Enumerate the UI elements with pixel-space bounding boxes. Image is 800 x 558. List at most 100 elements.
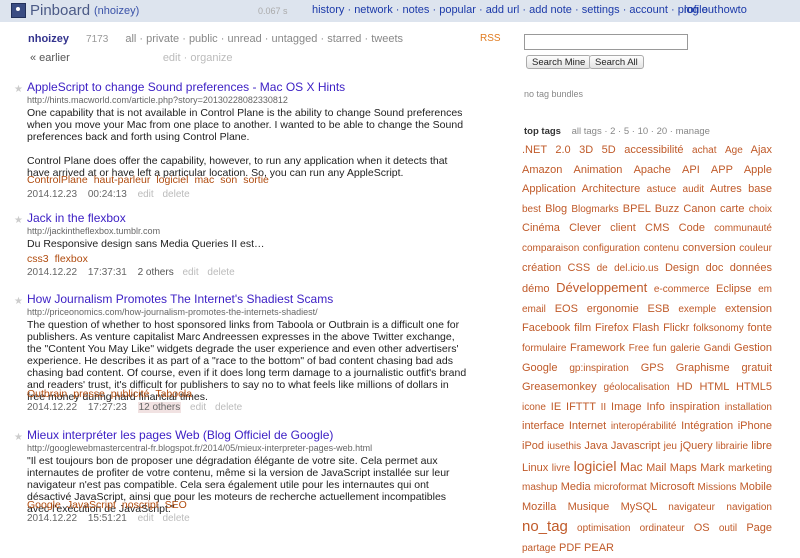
nav-howto[interactable]: howto [717,4,746,16]
cloud-tag[interactable]: Free [629,343,650,354]
cloud-tag[interactable]: Google [522,362,557,374]
cloud-tag[interactable]: accessibilité [624,144,683,156]
cloud-tag[interactable]: Media [561,481,591,493]
cloud-tag[interactable]: best [522,204,541,215]
filter-untagged[interactable]: untagged [272,33,318,45]
cloud-tag[interactable]: Autres [710,183,742,195]
cloud-tag[interactable]: logiciel [574,458,617,474]
bulk-edit-link[interactable]: edit [163,52,181,64]
cloud-tag[interactable]: iusethis [547,441,581,452]
bookmark-tag[interactable]: logiciel [156,174,188,186]
cloud-tag[interactable]: Apache [634,164,671,176]
others-link[interactable]: 2 others [138,267,174,278]
nav-notes[interactable]: notes [403,4,430,16]
cloud-tag[interactable]: navigateur [668,502,715,513]
cloud-tag[interactable]: iPhone [738,420,772,432]
cloud-tag[interactable]: Musique [568,501,610,513]
cloud-tag[interactable]: Architecture [582,183,641,195]
bookmark-tag[interactable]: noscript [122,499,159,511]
nav-history[interactable]: history [312,4,344,16]
cloud-tag[interactable]: mashup [522,482,558,493]
cloud-tag[interactable]: Maps [670,462,697,474]
delete-link[interactable]: delete [215,402,242,413]
cloud-tag[interactable]: Firefox [595,322,629,334]
bookmark-tag[interactable]: mac [194,174,214,186]
bookmark-tag[interactable]: css3 [27,253,49,265]
cloud-tag[interactable]: Cinéma [522,222,560,234]
delete-link[interactable]: delete [162,189,189,200]
cloud-tag[interactable]: PDF [559,542,581,554]
cloud-tag[interactable]: HTML5 [736,381,772,393]
cloud-tag[interactable]: Buzz [655,203,679,215]
cloud-tag[interactable]: Code [679,222,705,234]
bookmark-tag[interactable]: haut-parleur [94,174,151,186]
bookmark-tag[interactable]: publicité [111,388,150,400]
filter-all[interactable]: all [125,33,136,45]
delete-link[interactable]: delete [207,267,234,278]
star-icon[interactable]: ★ [14,84,23,95]
nav-add-note[interactable]: add note [529,4,572,16]
cloud-tag[interactable]: iPod [522,440,544,452]
bookmark-title[interactable]: How Journalism Promotes The Internet's S… [27,292,333,306]
cloud-tag[interactable]: création [522,262,561,274]
search-input[interactable] [524,34,688,50]
cloud-tag[interactable]: galerie [670,343,700,354]
cloud-tag[interactable]: Blog [545,203,567,215]
bookmark-title[interactable]: AppleScript to change Sound preferences … [27,80,345,94]
cloud-tag[interactable]: communauté [714,223,772,234]
cloud-tag[interactable]: PEAR [584,542,614,554]
cloud-tag[interactable]: II [601,402,607,413]
cloud-tag[interactable]: interface [522,420,564,432]
bookmark-title[interactable]: Jack in the flexbox [27,211,126,225]
cloud-tag[interactable]: Framework [570,342,625,354]
username-link[interactable]: nhoizey [28,33,69,45]
cloud-tag[interactable]: conversion [683,242,736,254]
cloud-tag[interactable]: Application [522,183,576,195]
cloud-tag[interactable]: Apple [744,164,772,176]
bookmark-tag[interactable]: presse [73,388,105,400]
cloud-tag[interactable]: couleur [739,243,772,254]
cloud-tag[interactable]: jQuery [680,440,712,452]
brand-name[interactable]: Pinboard [30,2,90,19]
rss-link[interactable]: RSS [480,33,501,44]
cloud-tag[interactable]: microformat [594,482,647,493]
cloud-tag[interactable]: formulaire [522,343,566,354]
cloud-tag[interactable]: 5D [602,144,616,156]
bookmark-tag[interactable]: Outbrain [27,388,67,400]
cloud-tag[interactable]: doc [706,262,724,274]
cloud-tag[interactable]: Ajax [751,144,772,156]
cloud-tag[interactable]: Java [584,440,607,452]
edit-link[interactable]: edit [138,513,154,524]
earlier-link[interactable]: « earlier [30,52,70,64]
cloud-tag[interactable]: fun [653,343,667,354]
filter-starred[interactable]: starred [327,33,361,45]
cloud-tag[interactable]: em [758,284,772,295]
star-icon[interactable]: ★ [14,296,23,307]
cloud-tag[interactable]: livre [552,463,570,474]
cloud-tag[interactable]: Gestion [734,342,772,354]
cloud-tag[interactable]: choix [749,204,772,215]
pinboard-logo-icon[interactable] [11,3,26,18]
cloud-tag[interactable]: Internet [569,420,606,432]
cloud-tag[interactable]: no_tag [522,518,568,535]
cloud-tag[interactable]: configuration [583,243,640,254]
nav-network[interactable]: network [354,4,393,16]
cloud-tag[interactable]: APP [711,164,733,176]
bookmark-tag[interactable]: Google [27,499,61,511]
cloud-tag[interactable]: Blogmarks [571,204,618,215]
filter-public[interactable]: public [189,33,218,45]
cloud-tag[interactable]: BPEL [623,203,651,215]
bookmark-tag[interactable]: SEO [165,499,187,511]
cloud-tag[interactable]: IE [551,401,561,413]
cloud-tag[interactable]: Info [646,401,664,413]
logout-link[interactable]: log out [684,4,717,16]
cloud-tag[interactable]: Age [725,145,743,156]
cloud-tag[interactable]: Clever [569,222,601,234]
cloud-tag[interactable]: HTML [699,381,729,393]
cloud-tag[interactable]: navigation [726,502,772,513]
cloud-tag[interactable]: Eclipse [716,283,751,295]
filter-tweets[interactable]: tweets [371,33,403,45]
cloud-tag[interactable]: Flash [632,322,659,334]
cloud-tag[interactable]: Mark [700,462,724,474]
cloud-tag[interactable]: email [522,304,546,315]
